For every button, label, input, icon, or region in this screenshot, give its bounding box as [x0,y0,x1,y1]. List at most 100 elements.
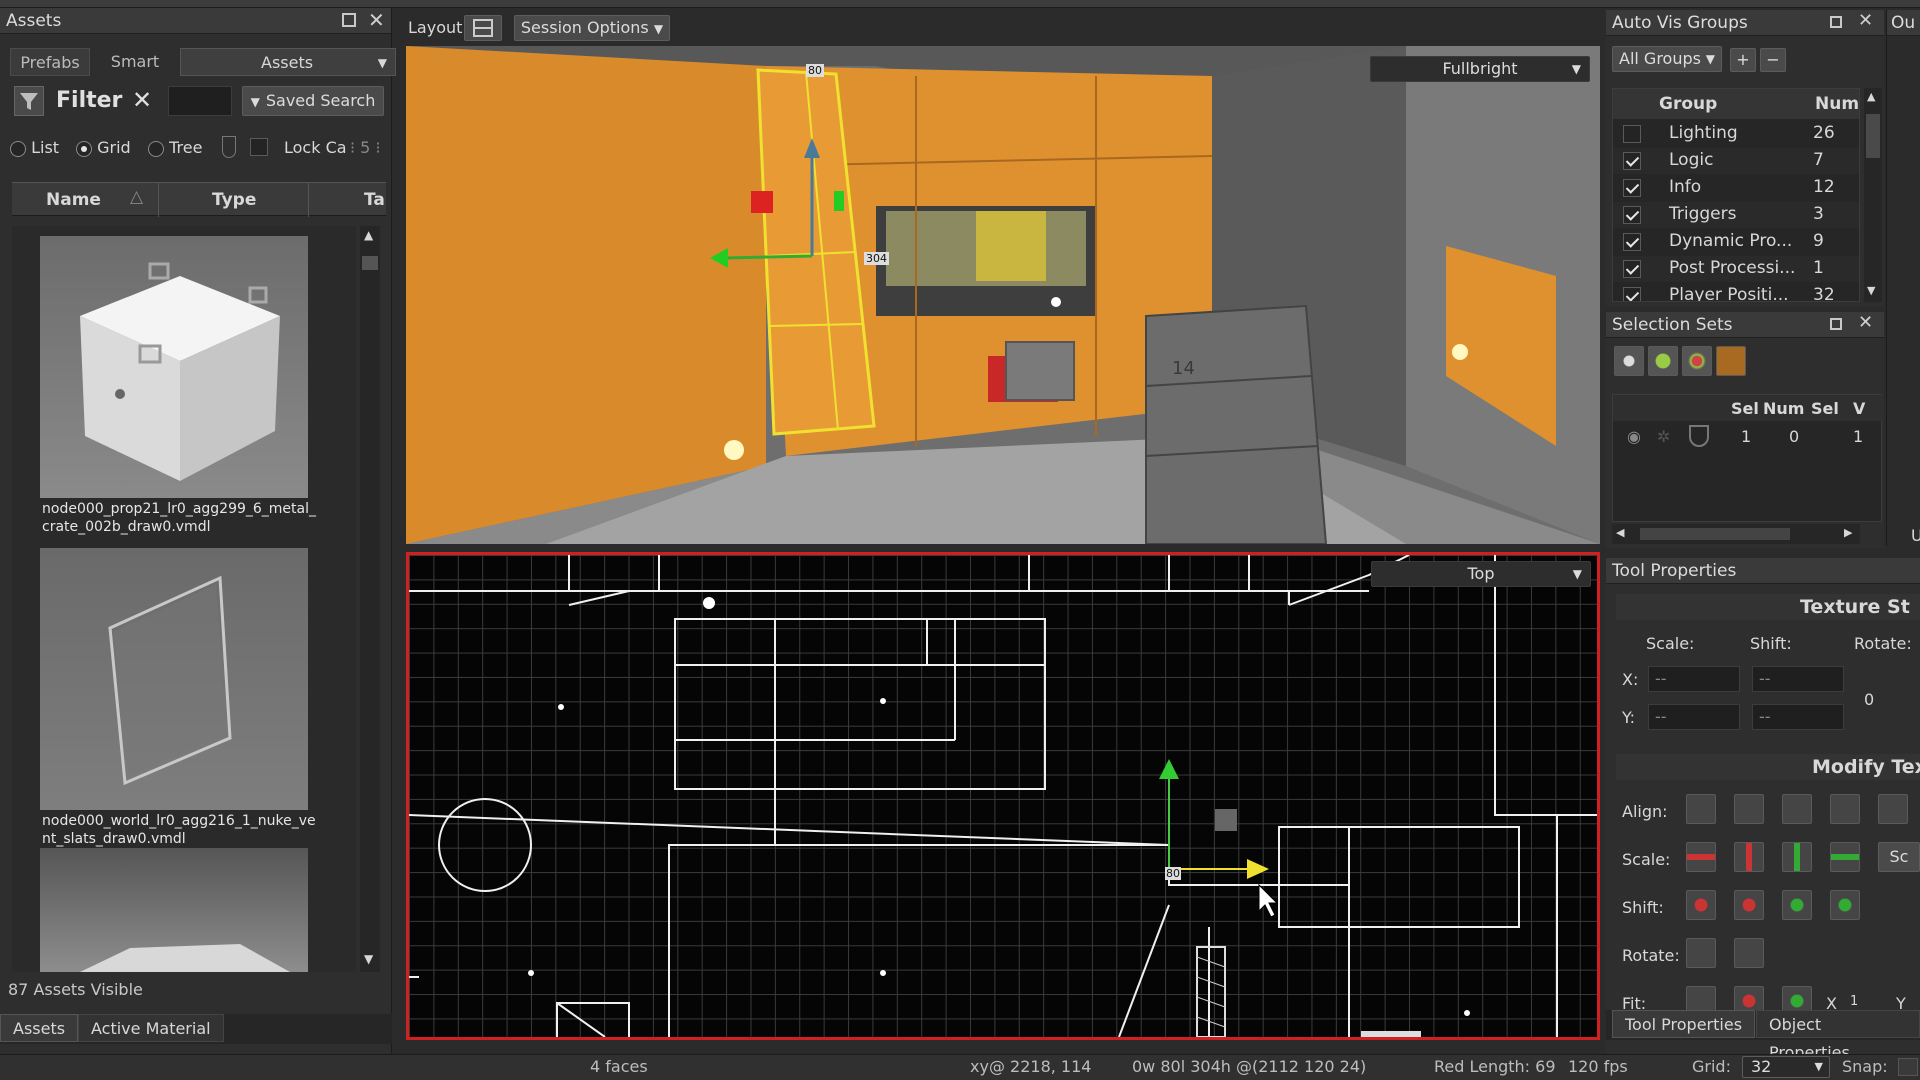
scale-y-input[interactable]: -- [1648,704,1740,730]
scroll-down-icon[interactable]: ▼ [1867,284,1875,297]
grid-size-dropdown[interactable]: 32 ▼ [1742,1056,1830,1078]
column-num[interactable]: Num [1763,399,1804,418]
layout-button[interactable] [464,15,502,41]
session-options-button[interactable]: Session Options ▼ [514,15,670,41]
vis-group-checkbox[interactable] [1623,179,1641,197]
scroll-thumb[interactable] [1640,528,1790,540]
eye-sets-icon[interactable] [1614,346,1644,376]
filter-input[interactable] [168,86,232,116]
render-mode-dropdown[interactable]: Fullbright ▼ [1370,56,1590,82]
snap-toggle[interactable] [1898,1058,1918,1076]
float-panel-icon[interactable] [1830,318,1842,330]
vis-group-row[interactable]: Player Positi... 32 [1613,283,1859,301]
vis-group-row[interactable]: Triggers 3 [1613,202,1859,228]
vis-group-row[interactable]: Logic 7 [1613,148,1859,174]
tab-active-material[interactable]: Active Material [78,1014,224,1042]
scroll-up-icon[interactable]: ▲ [364,228,373,242]
scale-options-button[interactable]: Sc [1878,842,1920,872]
vis-group-checkbox[interactable] [1623,125,1641,143]
radio-list[interactable] [10,140,26,157]
view-mode-list[interactable]: List [10,138,59,157]
funnel-icon[interactable] [14,86,44,116]
column-num[interactable]: Num [1815,94,1859,114]
align-world-icon[interactable] [1734,794,1764,824]
vis-group-checkbox[interactable] [1623,206,1641,224]
scroll-thumb[interactable] [1866,114,1880,158]
vis-group-checkbox[interactable] [1623,260,1641,278]
column-type[interactable]: Type [212,190,256,210]
grid-set-icon[interactable] [1716,346,1746,376]
vis-group-row[interactable]: Info 12 [1613,175,1859,201]
remove-group-button[interactable]: − [1760,48,1786,72]
asset-thumbnail[interactable] [40,236,308,498]
shift-right-icon[interactable] [1734,890,1764,920]
shift-down-icon[interactable] [1830,890,1860,920]
vis-group-checkbox[interactable] [1623,287,1641,301]
scroll-thumb[interactable] [362,256,378,270]
align-grid-icon[interactable] [1686,794,1716,824]
vis-group-checkbox[interactable] [1623,152,1641,170]
vis-group-row[interactable]: Post Processi... 1 [1613,256,1859,282]
selection-set-row[interactable]: ◉ ✲ 1 0 1 [1613,425,1883,451]
remove-set-icon[interactable] [1682,346,1712,376]
scroll-up-icon[interactable]: ▲ [1867,90,1875,103]
scale-grow-x-icon[interactable] [1734,842,1764,872]
asset-thumbnail[interactable] [40,548,308,810]
add-set-icon[interactable] [1648,346,1678,376]
float-panel-icon[interactable] [342,13,356,27]
group-filter-dropdown[interactable]: All Groups ▼ [1612,46,1722,72]
tab-tool-properties[interactable]: Tool Properties [1612,1010,1756,1038]
scale-shrink-x-icon[interactable] [1686,842,1716,872]
select-icon[interactable]: ✲ [1657,427,1670,446]
add-group-button[interactable]: + [1730,48,1756,72]
group-scrollbar[interactable]: ▲ ▼ [1864,88,1882,302]
shift-x-input[interactable]: -- [1752,666,1844,692]
shift-y-input[interactable]: -- [1752,704,1844,730]
scroll-right-icon[interactable]: ▶ [1844,526,1852,539]
close-icon[interactable]: ✕ [368,8,385,32]
align-paste-icon[interactable] [1878,794,1908,824]
close-icon[interactable]: ✕ [1858,312,1873,333]
scroll-down-icon[interactable]: ▼ [364,952,373,966]
scale-x-input[interactable]: -- [1648,666,1740,692]
scale-grow-y-icon[interactable] [1830,842,1860,872]
asset-thumbnail[interactable] [40,848,308,972]
fit-repeat-value[interactable]: 1 [1850,994,1858,1009]
asset-scrollbar[interactable]: ▲ ▼ [360,226,380,972]
align-copy-icon[interactable] [1830,794,1860,824]
rotate-value[interactable]: 0 [1864,690,1874,709]
radio-tree[interactable] [148,140,164,157]
thumbnail-size-slider[interactable] [222,136,236,158]
viewport-2d-top[interactable]: 80 Top ▼ [406,552,1600,1040]
column-sel[interactable]: Sel [1811,399,1839,418]
close-icon[interactable]: ✕ [1858,10,1873,31]
vis-group-row[interactable]: Lighting 26 [1613,121,1859,147]
scale-shrink-y-icon[interactable] [1782,842,1812,872]
viewport-3d[interactable]: 80 304 14 Fullbright ▼ [406,46,1600,544]
float-panel-icon[interactable] [1830,16,1842,28]
scroll-left-icon[interactable]: ◀ [1616,526,1624,539]
view-mode-grid[interactable]: Grid [76,138,131,157]
tab-object-properties[interactable]: Object Properties [1756,1010,1920,1054]
saved-search-button[interactable]: ▼ Saved Search [242,86,384,116]
view-mode-tree[interactable]: Tree [148,138,202,157]
rotate-ccw-icon[interactable] [1686,938,1716,968]
column-tags[interactable]: Ta [364,190,385,210]
shift-left-icon[interactable] [1686,890,1716,920]
tab-assets-bottom[interactable]: Assets [0,1014,79,1042]
vis-group-checkbox[interactable] [1623,233,1641,251]
rotate-cw-icon[interactable] [1734,938,1764,968]
vis-group-row[interactable]: Dynamic Pro... 9 [1613,229,1859,255]
lock-checkbox[interactable] [250,138,268,156]
view-orientation-dropdown[interactable]: Top ▼ [1371,561,1591,587]
tab-assets[interactable]: Assets ▼ [180,48,396,76]
toolbar-grip[interactable]: ⁝ 5 ⁝ [350,138,381,157]
tab-smart[interactable]: Smart [92,48,178,76]
align-face-icon[interactable] [1782,794,1812,824]
radio-grid[interactable] [76,140,92,157]
shift-up-icon[interactable] [1782,890,1812,920]
selection-sets-hscrollbar[interactable]: ◀ ▶ [1612,524,1860,544]
eye-icon[interactable]: ◉ [1627,427,1641,446]
column-group[interactable]: Group [1659,94,1717,114]
clear-filter-icon[interactable]: ✕ [132,86,152,114]
